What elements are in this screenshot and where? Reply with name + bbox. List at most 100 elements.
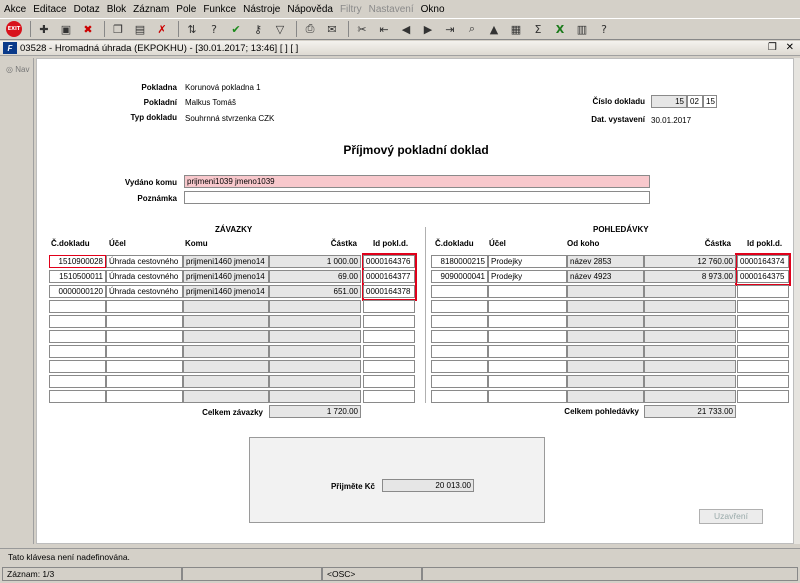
zavazky-cell[interactable]: 0000164377 — [363, 270, 415, 283]
zavazky-cell[interactable]: prijmeni1460 jmeno14 — [183, 255, 269, 268]
pohledavky-cell[interactable] — [431, 315, 488, 328]
next-icon[interactable]: ▶ — [420, 21, 436, 37]
pohledavky-cell[interactable] — [737, 285, 789, 298]
zavazky-cell[interactable]: prijmeni1460 jmeno14 — [183, 285, 269, 298]
pohledavky-cell[interactable] — [431, 390, 488, 403]
pohledavky-cell[interactable]: 8180000215 — [431, 255, 488, 268]
zavazky-cell[interactable] — [269, 315, 361, 328]
zavazky-cell[interactable] — [106, 345, 183, 358]
zavazky-cell[interactable] — [106, 360, 183, 373]
pohledavky-cell[interactable]: Prodejky — [488, 255, 567, 268]
pohledavky-cell[interactable]: 8 973.00 — [644, 270, 736, 283]
pohledavky-cell[interactable] — [488, 300, 567, 313]
menu-editace[interactable]: Editace — [33, 4, 66, 15]
zavazky-cell[interactable] — [183, 345, 269, 358]
pohledavky-cell[interactable] — [488, 360, 567, 373]
menu-akce[interactable]: Akce — [4, 4, 26, 15]
pohledavky-cell[interactable] — [644, 285, 736, 298]
enter-query-icon[interactable]: ? — [206, 21, 222, 37]
pohledavky-cell[interactable] — [737, 300, 789, 313]
pohledavky-cell[interactable] — [567, 390, 644, 403]
zavazky-cell[interactable] — [183, 390, 269, 403]
pohledavky-cell[interactable] — [644, 315, 736, 328]
pohledavky-cell[interactable] — [431, 360, 488, 373]
pohledavky-cell[interactable] — [431, 300, 488, 313]
zavazky-cell[interactable]: 1 000.00 — [269, 255, 361, 268]
sort-icon[interactable]: ⇅ — [184, 21, 200, 37]
pohledavky-cell[interactable] — [567, 315, 644, 328]
calculator-icon[interactable]: ▦ — [508, 21, 524, 37]
print-icon[interactable]: ⎙ — [302, 21, 318, 37]
zavazky-cell[interactable]: 0000000120 — [49, 285, 106, 298]
zavazky-cell[interactable] — [269, 390, 361, 403]
zavazky-cell[interactable]: 651.00 — [269, 285, 361, 298]
pohledavky-cell[interactable] — [644, 300, 736, 313]
menu-okno[interactable]: Okno — [421, 4, 445, 15]
menu-pole[interactable]: Pole — [176, 4, 196, 15]
excel-icon[interactable]: X — [552, 21, 568, 37]
cislo-dokladu-part2[interactable]: 02 — [687, 95, 703, 108]
pohledavky-cell[interactable]: 12 760.00 — [644, 255, 736, 268]
zavazky-cell[interactable] — [269, 375, 361, 388]
menu-nastroje[interactable]: Nástroje — [243, 4, 280, 15]
pohledavky-cell[interactable] — [488, 390, 567, 403]
filter-icon[interactable]: ▽ — [272, 21, 288, 37]
zavazky-cell[interactable] — [106, 315, 183, 328]
paste-icon[interactable]: ▤ — [132, 21, 148, 37]
triangle-icon[interactable]: ▲ — [486, 21, 502, 37]
previous-icon[interactable]: ◀ — [398, 21, 414, 37]
pohledavky-cell[interactable] — [644, 360, 736, 373]
pohledavky-cell[interactable] — [488, 330, 567, 343]
pohledavky-cell[interactable] — [567, 375, 644, 388]
exit-icon[interactable]: EXIT — [6, 21, 22, 37]
pohledavky-cell[interactable] — [567, 300, 644, 313]
pohledavky-cell[interactable] — [431, 285, 488, 298]
pohledavky-cell[interactable] — [737, 345, 789, 358]
nav-panel[interactable]: ◎ Nav — [2, 58, 34, 544]
zavazky-cell[interactable] — [269, 330, 361, 343]
vydano-komu-field[interactable]: prijmeni1039 jmeno1039 — [184, 175, 650, 188]
cislo-dokladu-part1[interactable]: 15 — [651, 95, 687, 108]
pohledavky-cell[interactable]: 0000164375 — [737, 270, 789, 283]
cislo-dokladu-part3[interactable]: 15 — [703, 95, 717, 108]
uzavreni-button[interactable]: Uzavření — [699, 509, 763, 524]
help-icon[interactable]: ? — [596, 21, 612, 37]
menu-funkce[interactable]: Funkce — [203, 4, 236, 15]
menu-filtry[interactable]: Filtry — [340, 4, 362, 15]
clear-icon[interactable]: ✗ — [154, 21, 170, 37]
zavazky-cell[interactable] — [363, 345, 415, 358]
add-record-icon[interactable]: ✚ — [36, 21, 52, 37]
mail-icon[interactable]: ✉ — [324, 21, 340, 37]
zavazky-cell[interactable] — [106, 330, 183, 343]
zavazky-cell[interactable] — [363, 300, 415, 313]
menu-zaznam[interactable]: Záznam — [133, 4, 169, 15]
menu-napoveda[interactable]: Nápověda — [287, 4, 333, 15]
pohledavky-cell[interactable] — [737, 330, 789, 343]
pohledavky-cell[interactable] — [737, 360, 789, 373]
pohledavky-cell[interactable]: Prodejky — [488, 270, 567, 283]
zavazky-cell[interactable]: 1510900028 — [49, 255, 106, 268]
pohledavky-cell[interactable] — [488, 375, 567, 388]
poznamka-field[interactable] — [184, 191, 650, 204]
pohledavky-cell[interactable] — [488, 345, 567, 358]
cut-icon[interactable]: ✂ — [354, 21, 370, 37]
zavazky-cell[interactable] — [269, 300, 361, 313]
zavazky-cell[interactable] — [49, 375, 106, 388]
zavazky-cell[interactable] — [49, 345, 106, 358]
pohledavky-cell[interactable] — [431, 375, 488, 388]
zavazky-cell[interactable] — [269, 345, 361, 358]
celkem-pohledavky-value[interactable]: 21 733.00 — [644, 405, 736, 418]
window-buttons[interactable]: ❐ ✕ — [768, 42, 797, 53]
zavazky-cell[interactable] — [49, 330, 106, 343]
zavazky-cell[interactable] — [363, 390, 415, 403]
pohledavky-cell[interactable] — [644, 345, 736, 358]
pohledavky-cell[interactable] — [737, 375, 789, 388]
pohledavky-cell[interactable]: 0000164374 — [737, 255, 789, 268]
pohledavky-cell[interactable] — [431, 345, 488, 358]
zavazky-cell[interactable]: Úhrada cestovného — [106, 255, 183, 268]
pohledavky-cell[interactable]: název 2853 — [567, 255, 644, 268]
pohledavky-cell[interactable]: název 4923 — [567, 270, 644, 283]
menu-nastaveni[interactable]: Nastavení — [369, 4, 414, 15]
zavazky-cell[interactable]: 0000164378 — [363, 285, 415, 298]
pohledavky-cell[interactable] — [644, 390, 736, 403]
